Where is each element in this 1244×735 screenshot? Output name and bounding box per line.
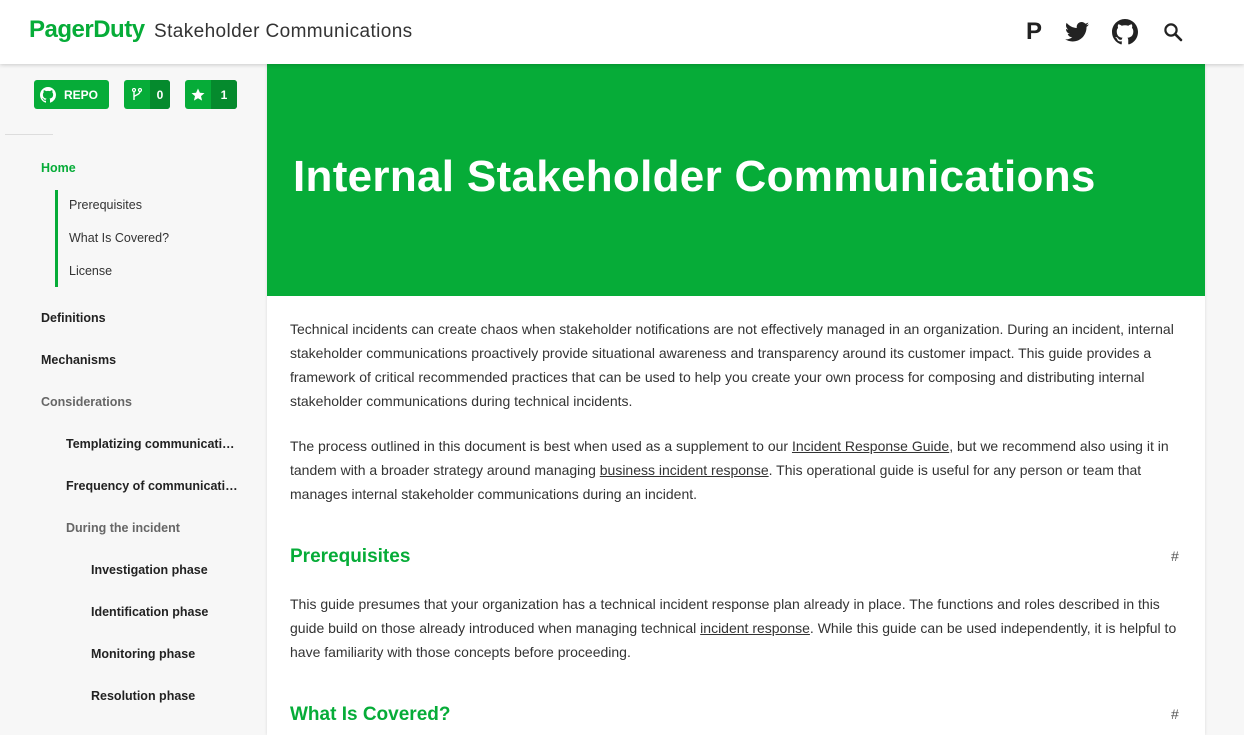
what-is-covered-anchor-link[interactable]: # [1171,706,1179,722]
prerequisites-heading: Prerequisites [290,546,411,567]
business-incident-response-link[interactable]: business incident response [600,462,769,478]
sidebar-divider [5,134,53,135]
forks-count: 0 [150,80,170,109]
sidebar-item-definitions[interactable]: Definitions [41,311,106,325]
prerequisites-anchor-link[interactable]: # [1171,548,1179,564]
page-title: Internal Stakeholder Communications [293,152,1096,201]
prerequisites-paragraph: This guide presumes that your organizati… [290,592,1183,664]
sidebar: REPO 0 1 Home Prerequisites What Is Cove… [0,64,266,735]
process-paragraph: The process outlined in this document is… [290,434,1183,506]
github-icon [40,86,56,103]
site-title[interactable]: Stakeholder Communications [154,21,413,43]
sidebar-subitem-prerequisites[interactable]: Prerequisites [69,198,142,212]
what-is-covered-heading: What Is Covered? [290,704,451,725]
hero-banner: Internal Stakeholder Communications [267,64,1205,296]
repo-badge-label: REPO [64,87,99,102]
fork-glyph [132,87,142,100]
twitter-bird-glyph [1065,22,1089,42]
sidebar-item-investigation-phase[interactable]: Investigation phase [91,563,208,577]
star-icon [185,80,211,109]
sidebar-item-home[interactable]: Home [41,161,76,175]
sidebar-item-during-incident[interactable]: During the incident [66,521,180,535]
incident-response-guide-link[interactable]: Incident Response Guide [792,438,949,454]
sidebar-item-mechanisms[interactable]: Mechanisms [41,353,116,367]
process-text-1: The process outlined in this document is… [290,438,792,454]
pagerduty-icon[interactable]: P [1020,18,1048,46]
sidebar-subitem-license[interactable]: License [69,264,112,278]
sidebar-item-considerations[interactable]: Considerations [41,395,132,409]
top-header: PagerDuty Stakeholder Communications P [0,0,1244,64]
fork-icon [124,80,150,109]
incident-response-link[interactable]: incident response [700,620,810,636]
sidebar-item-resolution-phase[interactable]: Resolution phase [91,689,195,703]
forks-badge[interactable]: 0 [124,80,170,109]
twitter-icon[interactable] [1063,18,1091,46]
repo-badge[interactable]: REPO [34,80,109,109]
magnifier-glyph [1164,23,1183,42]
sidebar-item-identification-phase[interactable]: Identification phase [91,605,208,619]
intro-paragraph: Technical incidents can create chaos whe… [290,321,1174,409]
main-content: Internal Stakeholder Communications Tech… [267,64,1205,735]
subnav-indicator [55,190,58,287]
stars-badge[interactable]: 1 [185,80,237,109]
sidebar-item-frequency[interactable]: Frequency of communications [66,479,242,493]
star-glyph [191,88,205,101]
sidebar-item-templatizing[interactable]: Templatizing communications [66,437,242,451]
stars-count: 1 [211,80,237,109]
github-octocat-glyph [1112,19,1138,45]
search-icon[interactable] [1159,18,1187,46]
sidebar-item-monitoring-phase[interactable]: Monitoring phase [91,647,195,661]
github-icon[interactable] [1111,18,1139,46]
sidebar-subitem-what-is-covered[interactable]: What Is Covered? [69,231,169,245]
pagerduty-logo[interactable]: PagerDuty [29,16,145,44]
